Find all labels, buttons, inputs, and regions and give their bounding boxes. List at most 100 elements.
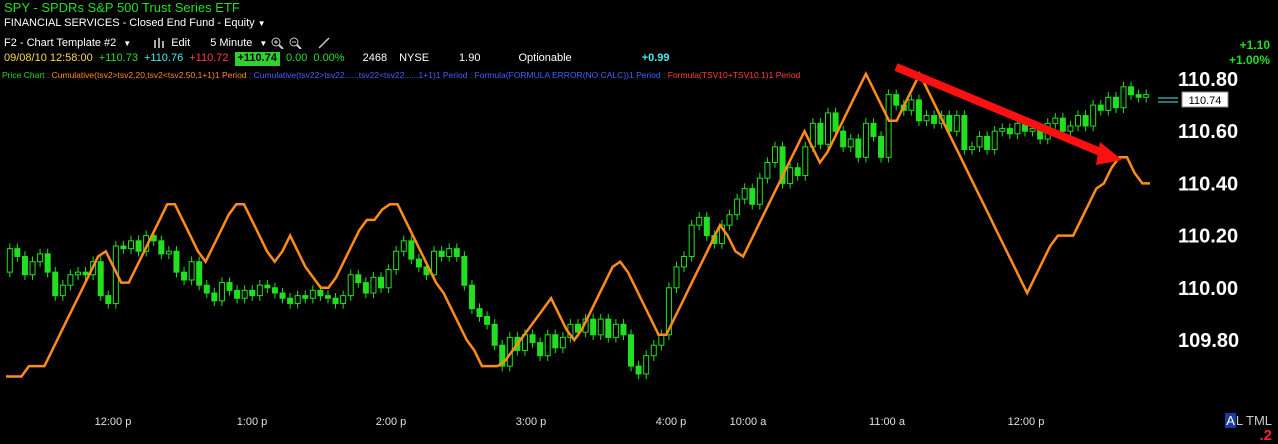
candle-body	[173, 250, 180, 273]
candle-body	[658, 334, 665, 346]
study-price[interactable]: Price Chart	[2, 70, 45, 80]
candle-body	[340, 295, 347, 304]
candle-body	[105, 295, 112, 304]
candle-body	[1075, 115, 1082, 127]
edit-button[interactable]: Edit	[171, 37, 190, 49]
candle-body	[1067, 125, 1074, 132]
candle-body	[878, 135, 885, 158]
study-formula-1[interactable]: Formula(FORMULA ERROR(NO CALC))1 Period	[475, 70, 661, 80]
candle-body	[226, 282, 233, 291]
candle-body	[915, 99, 922, 122]
symbol-title: SPY - SPDRs S&P 500 Trust Series ETF	[4, 0, 240, 15]
y-tick-label: 110.20	[1178, 226, 1238, 248]
study-legend: Price Chart : Cumulative(tsv2>tsv2.20,ts…	[2, 70, 801, 80]
y-tick-label: 110.80	[1178, 69, 1238, 91]
candle-body	[840, 130, 847, 148]
candle-body	[847, 138, 854, 148]
quote-low: +110.72	[189, 52, 229, 64]
candle-body	[491, 323, 498, 346]
candle-body	[6, 248, 13, 273]
candle-body	[953, 115, 960, 132]
candle-body	[681, 255, 688, 268]
candle-body	[999, 128, 1006, 132]
candle-body	[347, 274, 354, 297]
candle-body	[393, 250, 400, 271]
x-tick-label: 2:00 p	[376, 416, 407, 428]
chevron-down-icon: ▼	[257, 19, 266, 28]
candle-body	[203, 284, 210, 294]
candle-body	[1082, 115, 1089, 127]
candle-body	[643, 355, 650, 375]
candle-body	[181, 271, 188, 281]
candle-body	[37, 253, 44, 263]
candle-body	[862, 122, 869, 158]
candle-body	[802, 146, 809, 177]
bars-icon[interactable]	[153, 37, 167, 49]
optionable-label: Optionable	[518, 52, 572, 64]
candle-body	[461, 255, 468, 286]
candle-body	[21, 255, 28, 276]
candle-body	[74, 271, 81, 276]
candle-body	[431, 250, 438, 276]
zoom-in-icon[interactable]	[271, 37, 285, 50]
candle-body	[453, 248, 460, 257]
price-chart: 110.80 110.60 110.40 110.20 110.00 109.80 12:…	[0, 0, 1278, 444]
candle-body	[923, 115, 930, 122]
candle-body	[1120, 86, 1127, 109]
candle-body	[885, 94, 892, 158]
candle-body	[968, 146, 975, 150]
candle-body	[218, 282, 225, 302]
x-tick-label: 1:00 p	[237, 416, 268, 428]
chevron-down-icon[interactable]: ▼	[123, 39, 131, 48]
study-formula-2[interactable]: Formula(TSV10+TSV10.1)1 Period	[668, 70, 801, 80]
candle-body	[537, 342, 544, 357]
quote-change-pct: 0.00%	[313, 52, 345, 64]
candle-body	[97, 261, 104, 297]
candle-body	[787, 167, 794, 184]
quote-exchange: NYSE	[399, 52, 430, 64]
quote-datetime: 09/08/10 12:58:00	[4, 52, 93, 64]
candle-body	[552, 334, 559, 349]
candle-body	[703, 216, 710, 237]
candle-body	[825, 112, 832, 145]
quote-value: 1.90	[459, 52, 481, 64]
candle-body	[741, 188, 748, 200]
candle-body	[158, 240, 165, 255]
candle-body	[559, 336, 566, 349]
template-select[interactable]: F2 - Chart Template #2	[4, 37, 116, 49]
draw-line-icon[interactable]	[317, 37, 331, 49]
corner-tabs[interactable]: AL TML	[1225, 413, 1272, 428]
candle-body	[1014, 122, 1021, 135]
chevron-down-icon[interactable]: ▼	[259, 39, 267, 48]
candle-body	[764, 162, 771, 179]
candle-body	[605, 318, 612, 338]
candle-body	[976, 135, 983, 148]
candle-body	[234, 289, 241, 299]
study-cumulative-2[interactable]: Cumulative(tsv22>tsv22......tsv22<tsv22.…	[254, 70, 468, 80]
candle-body	[476, 308, 483, 318]
quote-volume: 2468	[362, 52, 388, 64]
candle-body	[188, 261, 195, 281]
corner-number: .2	[1259, 427, 1272, 444]
candle-body	[59, 284, 66, 297]
candle-body	[1135, 94, 1142, 98]
candle-body	[1090, 104, 1097, 127]
candle-body	[734, 198, 741, 216]
candle-body	[287, 297, 294, 304]
candle-body	[317, 289, 324, 297]
candle-body	[370, 276, 377, 294]
candle-body	[1006, 128, 1013, 135]
candle-body	[1029, 128, 1036, 132]
interval-select[interactable]: 5 Minute	[210, 37, 252, 49]
x-tick-label: 12:00 p	[95, 416, 132, 428]
candle-body	[165, 250, 172, 255]
sector-line[interactable]: FINANCIAL SERVICES - Closed End Fund - E…	[4, 17, 266, 31]
candle-body	[82, 271, 89, 276]
candle-body	[832, 112, 839, 132]
corner-tabs-label[interactable]: L TML	[1236, 413, 1272, 428]
corner-tab-active[interactable]: A	[1225, 413, 1236, 428]
study-cumulative-1[interactable]: Cumulative(tsv2>tsv2.20,tsv2<tsv2.50,1+1…	[52, 70, 247, 80]
candle-body	[650, 344, 657, 357]
candle-body	[991, 130, 998, 150]
zoom-out-icon[interactable]	[289, 37, 303, 50]
